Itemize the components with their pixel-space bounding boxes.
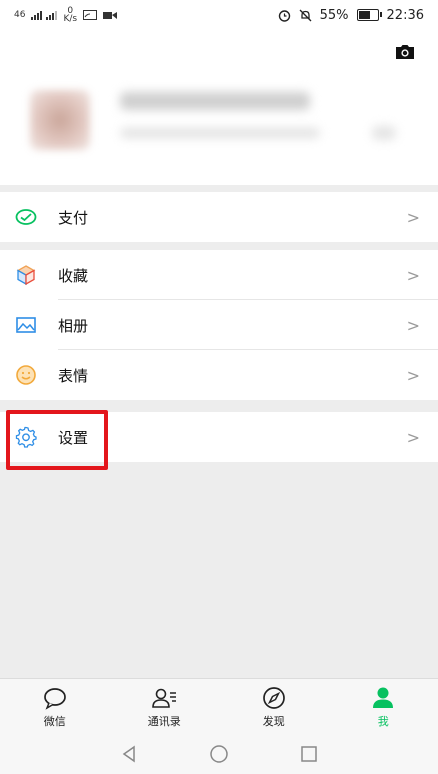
person-icon [373,687,394,708]
avatar[interactable] [30,90,90,150]
qr-code-blurred[interactable] [372,126,396,140]
back-icon[interactable] [119,744,139,764]
tab-label-me: 我 [377,714,389,728]
wechat-id-blurred [120,128,320,138]
menu-label-pay: 支付 [58,208,89,227]
menu-item-stickers[interactable]: 表情 > [0,350,438,400]
status-left: 46 0 K/s [14,7,118,24]
pay-group: 支付 > [0,192,438,242]
content-group: 收藏 > 相册 > 表情 > [0,250,438,400]
wallet-icon [15,209,37,225]
cast-icon [83,10,98,20]
tab-label-chats: 微信 [43,714,66,728]
contacts-icon [152,688,177,708]
status-bar: 46 0 K/s 55% 22:36 [0,0,438,30]
video-icon [103,12,118,19]
tab-label-discover: 发现 [262,714,285,728]
net-speed: 0 K/s [63,7,78,24]
menu-item-pay[interactable]: 支付 > [0,192,438,242]
chevron-right-icon: > [406,427,420,447]
profile-header[interactable] [0,30,438,185]
signal-icon [31,11,58,20]
chevron-right-icon: > [406,315,420,335]
nickname-blurred [120,92,310,110]
tab-contacts[interactable]: 通讯录 [124,686,204,729]
cube-icon [16,265,36,286]
status-right: 55% 22:36 [278,8,424,23]
camera-icon[interactable] [394,44,416,60]
compass-icon [262,686,285,709]
system-nav-bar [0,734,438,774]
chevron-right-icon: > [406,207,420,227]
alarm-icon [278,9,290,22]
settings-highlight-box [6,410,108,470]
bottom-tab-bar: 微信 通讯录 发现 我 [0,678,438,735]
net-speed-unit: K/s [63,14,78,24]
clock: 22:36 [386,7,424,23]
tab-label-contacts: 通讯录 [147,714,181,728]
chat-icon [43,687,66,710]
chevron-right-icon: > [406,265,420,285]
menu-item-favorites[interactable]: 收藏 > [0,250,438,300]
menu-label-album: 相册 [58,316,89,335]
menu-label-stickers: 表情 [58,366,89,385]
battery-icon [356,9,382,21]
home-icon[interactable] [209,744,229,764]
chevron-right-icon: > [406,365,420,385]
battery-percent: 55% [319,7,349,23]
menu-label-favorites: 收藏 [58,266,89,285]
tab-chats[interactable]: 微信 [15,686,95,729]
tab-discover[interactable]: 发现 [234,686,314,729]
tab-me[interactable]: 我 [343,686,423,729]
mute-icon [299,9,312,21]
signal-label: 46 [14,10,26,20]
image-icon [16,317,36,333]
recents-icon[interactable] [299,744,319,764]
menu-item-album[interactable]: 相册 > [0,300,438,350]
smiley-icon [16,365,36,385]
